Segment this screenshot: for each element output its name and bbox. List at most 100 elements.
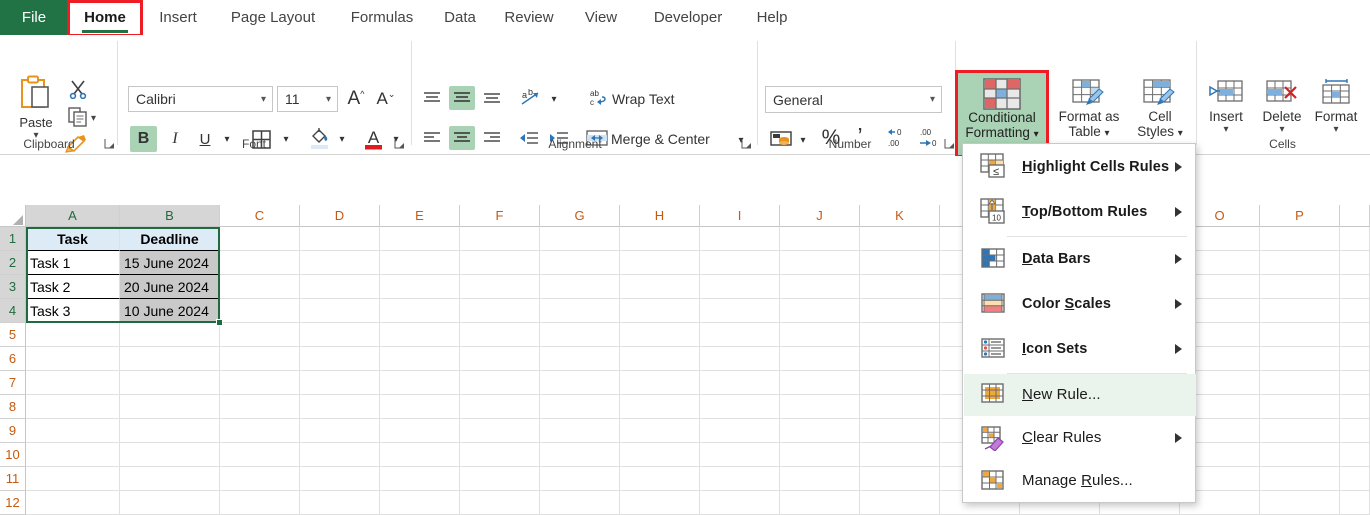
font-size-chevron-down-icon[interactable]: ▾ bbox=[326, 94, 331, 105]
format-chevron-down-icon[interactable]: ▾ bbox=[1333, 124, 1338, 135]
row-header-6[interactable]: 6 bbox=[0, 347, 26, 371]
grid-cell[interactable] bbox=[220, 419, 300, 443]
grid-cell[interactable] bbox=[380, 395, 460, 419]
grid-cell[interactable] bbox=[1260, 371, 1340, 395]
cell-a4[interactable]: Task 3 bbox=[26, 299, 120, 323]
grid-cell[interactable] bbox=[700, 299, 780, 323]
number-format-chevron-down-icon[interactable]: ▾ bbox=[930, 94, 935, 105]
grid-cell[interactable] bbox=[780, 299, 860, 323]
tab-view[interactable]: View bbox=[570, 0, 632, 35]
menu-item-top-bottom-rules[interactable]: 10 Top/Bottom Rules bbox=[964, 190, 1196, 235]
tab-help[interactable]: Help bbox=[744, 0, 800, 35]
grid-cell[interactable] bbox=[540, 323, 620, 347]
grid-cell[interactable] bbox=[620, 323, 700, 347]
align-middle-button[interactable] bbox=[449, 86, 475, 110]
grid-cell[interactable] bbox=[1340, 251, 1370, 275]
grid-cell[interactable] bbox=[1340, 419, 1370, 443]
column-header-b[interactable]: B bbox=[120, 205, 220, 227]
grid-cell[interactable] bbox=[780, 443, 860, 467]
grid-cell[interactable] bbox=[620, 299, 700, 323]
row-header-8[interactable]: 8 bbox=[0, 395, 26, 419]
grid-cell[interactable] bbox=[1340, 443, 1370, 467]
grid-cell[interactable] bbox=[700, 251, 780, 275]
tab-home[interactable]: Home bbox=[68, 0, 142, 35]
grid-cell[interactable] bbox=[120, 323, 220, 347]
grid-cell[interactable] bbox=[26, 323, 120, 347]
column-header-c[interactable]: C bbox=[220, 205, 300, 227]
grid-cell[interactable] bbox=[460, 371, 540, 395]
grid-cell[interactable] bbox=[120, 347, 220, 371]
grid-cell[interactable] bbox=[1340, 227, 1370, 251]
grid-cell[interactable] bbox=[700, 395, 780, 419]
grid-cell[interactable] bbox=[860, 467, 940, 491]
alignment-dialog-launcher[interactable] bbox=[741, 138, 753, 150]
grid-cell[interactable] bbox=[26, 419, 120, 443]
grid-cell[interactable] bbox=[540, 443, 620, 467]
grid-cell[interactable] bbox=[460, 227, 540, 251]
grid-cell[interactable] bbox=[540, 467, 620, 491]
grid-cell[interactable] bbox=[780, 227, 860, 251]
copy-button[interactable] bbox=[68, 107, 88, 132]
cell-b2[interactable]: 15 June 2024 bbox=[120, 251, 220, 275]
row-header-7[interactable]: 7 bbox=[0, 371, 26, 395]
grid-cell[interactable] bbox=[300, 227, 380, 251]
grid-cell[interactable] bbox=[700, 443, 780, 467]
cut-button[interactable] bbox=[68, 79, 88, 104]
tab-page-layout[interactable]: Page Layout bbox=[214, 0, 332, 35]
grid-cell[interactable] bbox=[220, 443, 300, 467]
grid-cell[interactable] bbox=[860, 395, 940, 419]
tab-file[interactable]: File bbox=[0, 0, 68, 35]
grid-cell[interactable] bbox=[26, 467, 120, 491]
grid-cell[interactable] bbox=[780, 371, 860, 395]
grid-cell[interactable] bbox=[300, 443, 380, 467]
cell-a2[interactable]: Task 1 bbox=[26, 251, 120, 275]
row-header-12[interactable]: 12 bbox=[0, 491, 26, 515]
orientation-button[interactable]: a b bbox=[518, 86, 544, 110]
grid-cell[interactable] bbox=[120, 371, 220, 395]
grid-cell[interactable] bbox=[620, 467, 700, 491]
row-header-4[interactable]: 4 bbox=[0, 299, 26, 323]
grid-cell[interactable] bbox=[220, 347, 300, 371]
menu-item-data-bars[interactable]: Data Bars bbox=[964, 237, 1196, 282]
grid-cell[interactable] bbox=[1340, 299, 1370, 323]
grid-cell[interactable] bbox=[620, 347, 700, 371]
grid-cell[interactable] bbox=[220, 467, 300, 491]
grid-cell[interactable] bbox=[380, 275, 460, 299]
grid-cell[interactable] bbox=[300, 323, 380, 347]
grid-cell[interactable] bbox=[1260, 443, 1340, 467]
grid-cell[interactable] bbox=[780, 275, 860, 299]
number-format-combo[interactable]: General ▾ bbox=[765, 86, 942, 113]
grid-cell[interactable] bbox=[380, 467, 460, 491]
grid-cell[interactable] bbox=[1260, 467, 1340, 491]
grid-cell[interactable] bbox=[220, 395, 300, 419]
grid-cell[interactable] bbox=[620, 443, 700, 467]
grid-cell[interactable] bbox=[1260, 395, 1340, 419]
grid-cell[interactable] bbox=[120, 467, 220, 491]
grid-cell[interactable] bbox=[220, 275, 300, 299]
grid-cell[interactable] bbox=[860, 299, 940, 323]
menu-item-color-scales[interactable]: Color Scales bbox=[964, 282, 1196, 327]
column-header-i[interactable]: I bbox=[700, 205, 780, 227]
clipboard-dialog-launcher[interactable] bbox=[104, 138, 116, 150]
column-header-p[interactable]: P bbox=[1260, 205, 1340, 227]
grid-cell[interactable] bbox=[620, 251, 700, 275]
wrap-text-label[interactable]: Wrap Text bbox=[612, 91, 675, 107]
grid-cell[interactable] bbox=[1340, 323, 1370, 347]
grid-cell[interactable] bbox=[620, 275, 700, 299]
align-bottom-button[interactable] bbox=[479, 86, 505, 110]
grid-cell[interactable] bbox=[300, 299, 380, 323]
grid-cell[interactable] bbox=[1260, 419, 1340, 443]
grid-cell[interactable] bbox=[1260, 251, 1340, 275]
menu-item-icon-sets[interactable]: Icon Sets bbox=[964, 327, 1196, 372]
grid-cell[interactable] bbox=[460, 275, 540, 299]
grid-cell[interactable] bbox=[220, 371, 300, 395]
cell-b1[interactable]: Deadline bbox=[120, 227, 220, 251]
grid-cell[interactable] bbox=[220, 299, 300, 323]
grid-cell[interactable] bbox=[380, 419, 460, 443]
fill-handle[interactable] bbox=[216, 319, 223, 326]
grid-cell[interactable] bbox=[460, 323, 540, 347]
grid-cell[interactable] bbox=[620, 371, 700, 395]
grid-cell[interactable] bbox=[540, 275, 620, 299]
menu-item-clear-rules[interactable]: Clear Rules bbox=[964, 417, 1196, 460]
column-header-d[interactable]: D bbox=[300, 205, 380, 227]
